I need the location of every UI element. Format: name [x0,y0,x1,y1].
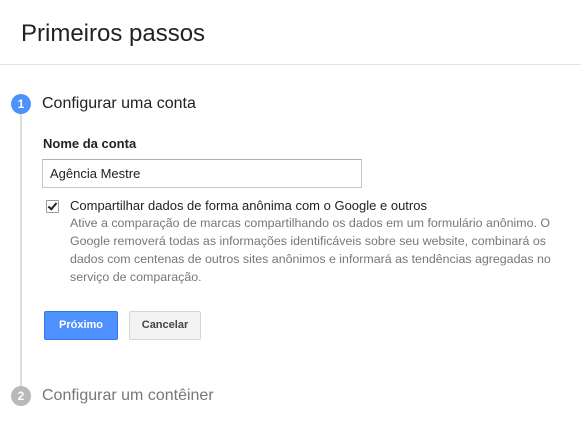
step-1-number: 1 [11,94,31,114]
share-data-description: Ative a comparação de marcas compartilha… [70,216,551,284]
share-data-label[interactable]: Compartilhar dados de forma anônima com … [70,198,427,213]
step-2-number: 2 [11,386,31,406]
title-divider [0,64,581,65]
cancel-button[interactable]: Cancelar [129,311,201,340]
next-button[interactable]: Próximo [44,311,118,340]
share-data-checkbox[interactable] [46,200,59,213]
step-1-title: Configurar uma conta [42,95,196,112]
step-2-title[interactable]: Configurar um contêiner [42,387,214,405]
account-name-input[interactable] [42,159,362,188]
account-name-label: Nome da conta [43,136,137,151]
page-title: Primeiros passos [21,20,206,47]
steps-timeline [20,112,22,390]
